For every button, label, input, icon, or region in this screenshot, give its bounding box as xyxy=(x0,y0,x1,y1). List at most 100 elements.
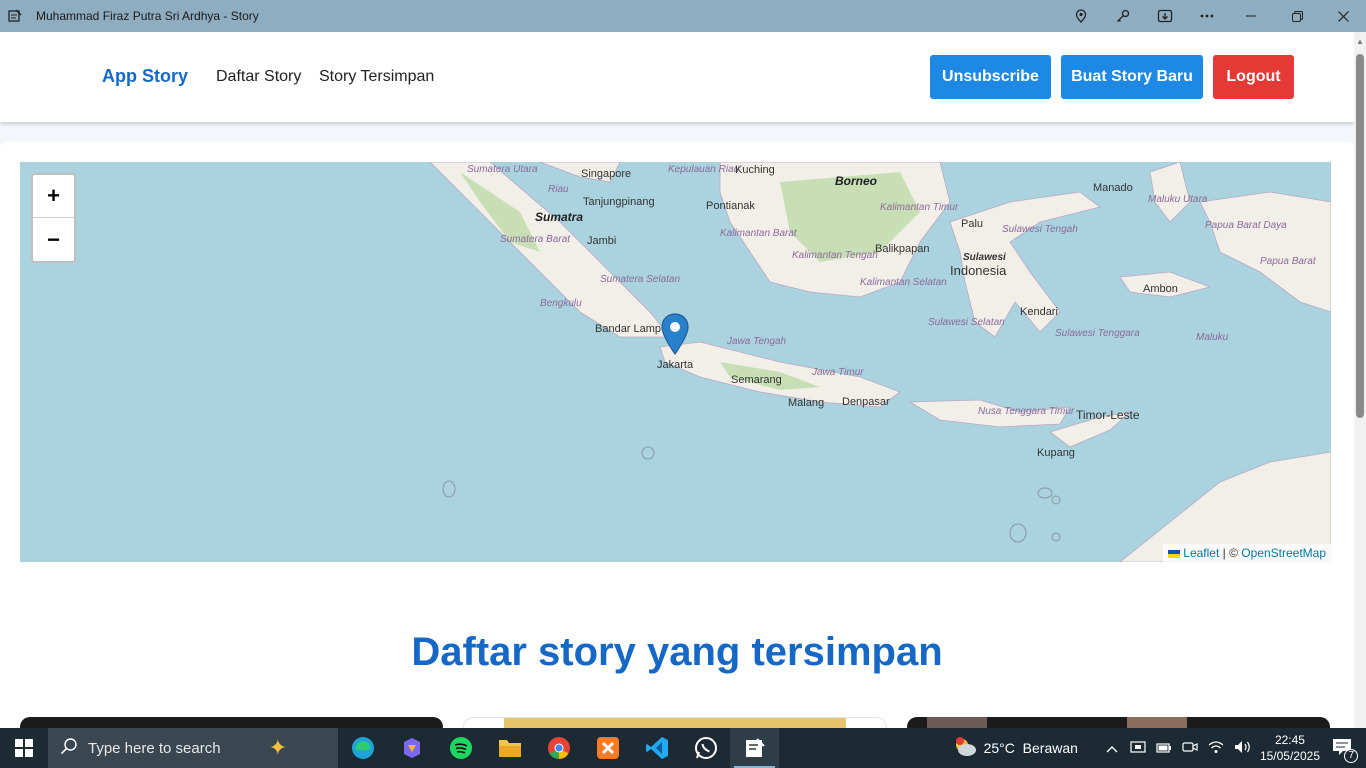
map-label: Sumatera Utara xyxy=(467,164,538,175)
notification-center-icon[interactable]: 7 xyxy=(1332,738,1358,763)
map-label: Kalimantan Selatan xyxy=(860,277,947,288)
map-zoom-control: + − xyxy=(31,173,76,263)
meet-now-icon[interactable] xyxy=(1130,740,1146,757)
weather-text[interactable]: 25°C Berawan xyxy=(984,740,1078,756)
spotify-icon[interactable] xyxy=(436,728,485,768)
logout-button[interactable]: Logout xyxy=(1213,55,1294,99)
map-label: Sulawesi Selatan xyxy=(928,317,1005,328)
map-label: Kendari xyxy=(1020,306,1058,318)
story-card[interactable] xyxy=(20,717,443,728)
more-options-icon[interactable] xyxy=(1186,0,1228,32)
map-label: Bandar Lamp xyxy=(595,323,662,335)
section-title: Daftar story yang tersimpan xyxy=(411,630,943,674)
map-label: Palu xyxy=(961,218,984,230)
scrollbar-thumb[interactable] xyxy=(1356,54,1364,418)
system-tray: 25°C Berawan 22:45 15/05/2025 7 xyxy=(952,728,1366,768)
map-label: Malang xyxy=(788,397,825,409)
map-label: Singapore xyxy=(581,168,632,180)
map-label: Manado xyxy=(1093,182,1133,194)
nav-link-daftar-story[interactable]: Daftar Story xyxy=(216,68,301,86)
restore-icon[interactable] xyxy=(1274,0,1320,32)
map-marker-icon[interactable] xyxy=(661,313,689,355)
map-label: Nusa Tenggara Timur xyxy=(978,406,1075,417)
key-icon[interactable] xyxy=(1102,0,1144,32)
story-map[interactable]: Sumatera Utara Singapore Kepulauan Riau … xyxy=(20,162,1331,562)
chrome-icon[interactable] xyxy=(534,728,583,768)
map-label: Semarang xyxy=(731,374,782,386)
story-card-image xyxy=(1127,717,1187,728)
chevron-up-icon[interactable] xyxy=(1106,740,1118,756)
nav-link-story-tersimpan[interactable]: Story Tersimpan xyxy=(319,68,434,86)
taskbar: Type here to search ✦ 25°C Berawan 22:45… xyxy=(0,728,1366,768)
page-scrollbar[interactable]: ▲ xyxy=(1354,32,1366,728)
whatsapp-icon[interactable] xyxy=(681,728,730,768)
clock-date: 15/05/2025 xyxy=(1259,749,1320,763)
create-story-button[interactable]: Buat Story Baru xyxy=(1061,55,1203,99)
map-label: Papua Barat Daya xyxy=(1205,220,1287,231)
story-card[interactable] xyxy=(907,717,1330,728)
map-label: Jambi xyxy=(587,235,617,247)
app-available-icon[interactable] xyxy=(1144,0,1186,32)
search-placeholder: Type here to search xyxy=(88,739,221,757)
window-title-bar: Muhammad Firaz Putra Sri Ardhya - Story xyxy=(0,0,1366,32)
map-label: Ambon xyxy=(1143,283,1178,295)
map-label: Timor-Leste xyxy=(1076,408,1140,422)
close-icon[interactable] xyxy=(1320,0,1366,32)
camera-icon[interactable] xyxy=(1182,740,1198,756)
map-label: Maluku xyxy=(1196,332,1229,343)
brand-logo[interactable]: App Story xyxy=(102,66,188,87)
map-label: Papua Barat xyxy=(1260,256,1316,267)
map-label: Sulawesi xyxy=(963,252,1006,263)
map-label: Kalimantan Timur xyxy=(880,202,959,213)
scroll-up-icon[interactable]: ▲ xyxy=(1356,38,1364,46)
zoom-out-button[interactable]: − xyxy=(33,218,74,261)
window-title: Muhammad Firaz Putra Sri Ardhya - Story xyxy=(36,9,259,23)
story-app-icon[interactable] xyxy=(730,728,779,768)
xampp-icon[interactable] xyxy=(583,728,632,768)
map-label: Kalimantan Barat xyxy=(720,228,797,239)
attribution-separator: | © xyxy=(1222,546,1238,560)
ukraine-flag-icon xyxy=(1167,549,1180,558)
clock-time: 22:45 xyxy=(1274,733,1305,747)
notification-count-badge: 7 xyxy=(1344,748,1358,763)
main-content: Sumatera Utara Singapore Kepulauan Riau … xyxy=(0,142,1354,728)
map-label: Kepulauan Riau xyxy=(668,164,740,175)
story-card-image xyxy=(927,717,987,728)
map-label: Indonesia xyxy=(950,263,1007,278)
map-label: Kalimantan Tengah xyxy=(792,250,878,261)
zoom-in-button[interactable]: + xyxy=(33,175,74,218)
leaflet-link[interactable]: Leaflet xyxy=(1183,546,1219,560)
map-label: Maluku Utara xyxy=(1148,194,1208,205)
vscode-icon[interactable] xyxy=(632,728,681,768)
map-label: Jawa Tengah xyxy=(727,336,787,347)
map-label: Sulawesi Tengah xyxy=(1002,224,1078,235)
map-label: Jakarta xyxy=(657,359,694,371)
web-page: App Story Daftar Story Story Tersimpan U… xyxy=(0,32,1354,728)
wifi-icon[interactable] xyxy=(1208,740,1224,757)
map-label: Riau xyxy=(548,184,569,195)
taskbar-search-box[interactable]: Type here to search ✦ xyxy=(48,728,338,768)
unsubscribe-button[interactable]: Unsubscribe xyxy=(930,55,1051,99)
navbar: App Story Daftar Story Story Tersimpan U… xyxy=(0,32,1354,122)
map-label: Jawa Timur xyxy=(812,367,864,378)
file-explorer-icon[interactable] xyxy=(485,728,534,768)
copilot-icon[interactable] xyxy=(387,728,436,768)
openstreetmap-link[interactable]: OpenStreetMap xyxy=(1241,546,1326,560)
map-label: Bengkulu xyxy=(540,298,582,309)
battery-icon[interactable] xyxy=(1156,740,1172,756)
location-icon[interactable] xyxy=(1060,0,1102,32)
minimize-icon[interactable] xyxy=(1228,0,1274,32)
weather-icon[interactable] xyxy=(952,736,978,761)
edge-icon[interactable] xyxy=(338,728,387,768)
map-label: Sumatera Barat xyxy=(500,234,571,245)
windows-start-icon[interactable] xyxy=(0,728,48,768)
search-icon xyxy=(60,737,78,759)
taskbar-clock[interactable]: 22:45 15/05/2025 xyxy=(1260,732,1320,764)
map-label: Pontianak xyxy=(706,200,755,212)
app-icon xyxy=(7,8,23,24)
map-label: Balikpapan xyxy=(875,243,930,255)
map-label: Borneo xyxy=(835,174,877,188)
story-card[interactable] xyxy=(463,717,887,728)
volume-icon[interactable] xyxy=(1234,740,1252,757)
copilot-sparkle-icon: ✦ xyxy=(268,735,288,760)
